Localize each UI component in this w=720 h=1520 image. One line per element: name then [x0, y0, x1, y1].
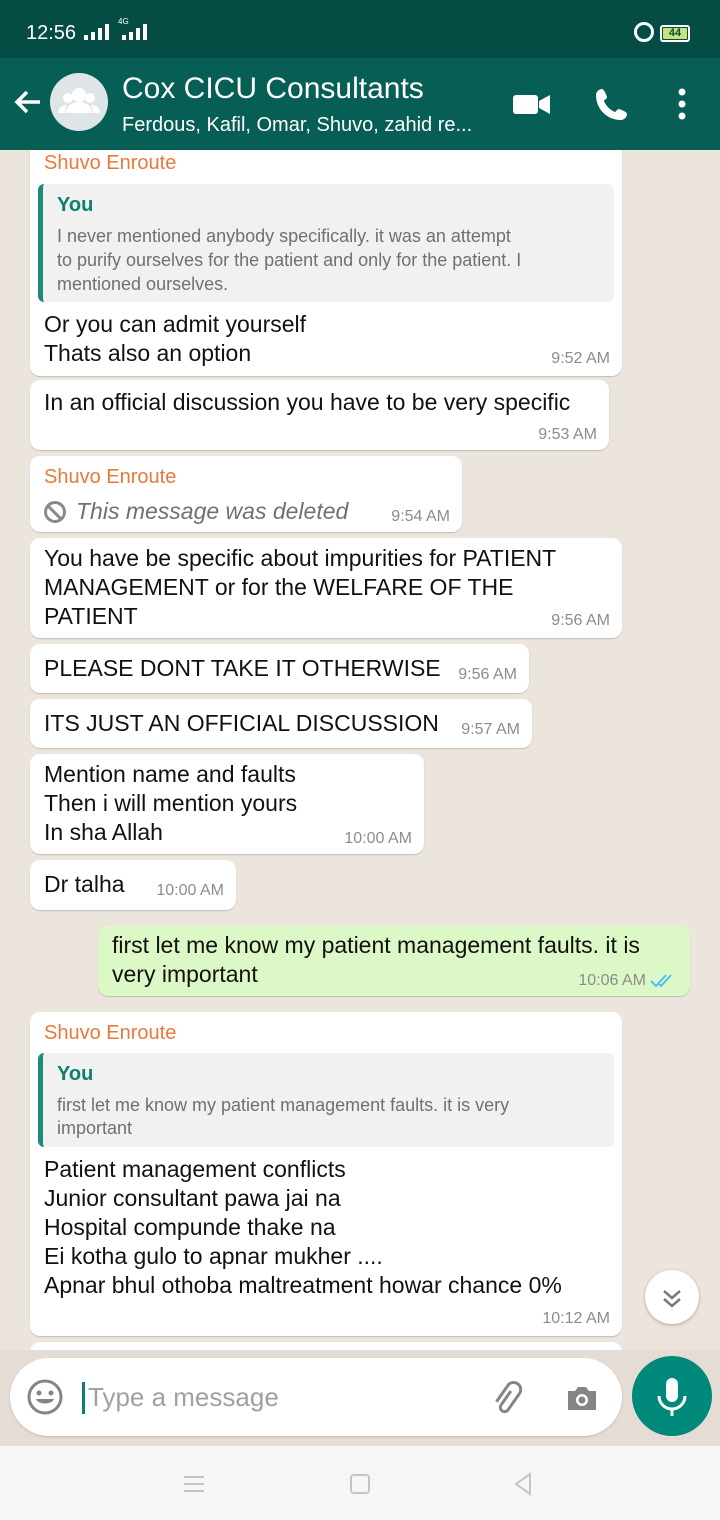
camera-icon[interactable] [562, 1378, 602, 1418]
message-time: 9:52 AM [551, 350, 610, 367]
message-time: 10:00 AM [156, 882, 224, 899]
message-text-line: In sha Allah [44, 819, 163, 845]
quote-text-line: mentioned ourselves. [57, 274, 229, 294]
message-time: 9:56 AM [551, 612, 610, 629]
attach-icon[interactable] [486, 1378, 526, 1418]
message-input[interactable]: Type a message [88, 1382, 279, 1413]
message-text-line: Mention name and faults [44, 761, 296, 787]
battery-icon: 44 [660, 25, 690, 42]
message-text-line: In an official discussion you have to be… [44, 389, 571, 415]
message-text-line: PATIENT [44, 603, 138, 629]
quoted-message[interactable]: You I never mentioned anybody specifical… [38, 184, 614, 302]
message-text-line: PLEASE DONT TAKE IT OTHERWISE [44, 655, 441, 681]
message-time: 10:00 AM [344, 830, 412, 847]
chat-header: Cox CICU Consultants Ferdous, Kafil, Oma… [0, 58, 720, 150]
message-text-line: very important [112, 961, 258, 987]
message-text-line: Apnar bhul othoba maltreatment howar cha… [44, 1272, 562, 1298]
back-arrow-icon[interactable] [10, 84, 46, 120]
message-bubble[interactable]: Dr talha 10:00 AM [30, 860, 236, 910]
quote-text-line: important [57, 1118, 133, 1138]
alarm-icon [634, 22, 654, 42]
signal-icon-2 [122, 24, 147, 40]
sender-name: Shuvo Enroute [44, 1022, 177, 1044]
sender-name: Shuvo Enroute [44, 152, 177, 174]
text-cursor [82, 1382, 85, 1414]
message-bubble[interactable] [30, 1342, 622, 1350]
back-nav-icon[interactable] [510, 1470, 538, 1498]
message-text-line: Or you can admit yourself [44, 311, 307, 337]
mic-icon [657, 1378, 687, 1416]
message-bubble[interactable]: PLEASE DONT TAKE IT OTHERWISE 9:56 AM [30, 644, 529, 693]
message-text-line: Ei kotha gulo to apnar mukher .... [44, 1243, 383, 1269]
deleted-message: This message was deleted [44, 498, 348, 525]
voice-message-button[interactable] [632, 1356, 712, 1436]
quote-text-line: to purify ourselves for the patient and … [57, 250, 522, 270]
message-text-line: Dr talha [44, 871, 125, 897]
deleted-text: This message was deleted [76, 498, 349, 524]
quote-author: You [57, 194, 94, 216]
message-bubble[interactable]: Shuvo Enroute This message was deleted 9… [30, 456, 462, 532]
status-bar: 12:56 4G 44 [0, 0, 720, 58]
message-text-line: You have be specific about impurities fo… [44, 545, 557, 571]
sender-name: Shuvo Enroute [44, 466, 177, 488]
message-time: 9:53 AM [538, 426, 597, 443]
message-time: 9:54 AM [391, 508, 450, 525]
message-time: 9:57 AM [461, 721, 520, 738]
chevron-down-double-icon [663, 1290, 681, 1308]
quote-text-line: I never mentioned anybody specifically. … [57, 226, 511, 246]
more-options-icon[interactable] [658, 80, 706, 128]
message-time: 10:12 AM [542, 1310, 610, 1327]
message-bubble[interactable]: ITS JUST AN OFFICIAL DISCUSSION 9:57 AM [30, 699, 532, 748]
group-icon [58, 88, 100, 113]
message-time: 9:56 AM [458, 666, 517, 683]
message-text-line: MANAGEMENT or for the WELFARE OF THE [44, 574, 514, 600]
status-time: 12:56 [26, 22, 77, 44]
message-text-line: Patient management conflicts [44, 1156, 346, 1182]
message-bubble[interactable]: Shuvo Enroute You I never mentioned anyb… [30, 150, 622, 376]
message-text-line: Thats also an option [44, 340, 252, 366]
message-text-line: Junior consultant pawa jai na [44, 1185, 341, 1211]
message-bubble[interactable]: Mention name and faults Then i will ment… [30, 754, 424, 854]
menu-icon[interactable] [180, 1470, 208, 1498]
chat-area[interactable]: Shuvo Enroute You I never mentioned anyb… [0, 150, 720, 1350]
video-call-icon[interactable] [508, 80, 556, 128]
voice-call-icon[interactable] [588, 80, 636, 128]
read-receipt-icon [650, 974, 672, 988]
group-avatar[interactable] [50, 73, 108, 131]
system-nav-bar [0, 1446, 720, 1520]
deleted-icon [44, 500, 66, 523]
quote-author: You [57, 1063, 94, 1085]
message-text-line: Hospital compunde thake na [44, 1214, 336, 1240]
quoted-message[interactable]: You first let me know my patient managem… [38, 1053, 614, 1147]
emoji-icon[interactable] [26, 1378, 64, 1416]
message-bubble[interactable]: You have be specific about impurities fo… [30, 538, 622, 638]
message-bubble[interactable]: Shuvo Enroute You first let me know my p… [30, 1012, 622, 1336]
home-icon[interactable] [346, 1470, 374, 1498]
message-bubble-outgoing[interactable]: first let me know my patient management … [98, 926, 690, 996]
scroll-down-button[interactable] [645, 1270, 699, 1324]
battery-level: 44 [668, 27, 682, 39]
message-text-line: first let me know my patient management … [112, 932, 640, 958]
group-members[interactable]: Ferdous, Kafil, Omar, Shuvo, zahid re... [122, 114, 472, 137]
quote-text-line: first let me know my patient management … [57, 1095, 510, 1115]
message-composer: Type a message [10, 1358, 622, 1436]
message-text-line: Then i will mention yours [44, 790, 298, 816]
group-title[interactable]: Cox CICU Consultants [122, 72, 424, 106]
message-text-line: ITS JUST AN OFFICIAL DISCUSSION [44, 710, 439, 736]
signal-icon [84, 24, 109, 40]
message-time: 10:06 AM [578, 972, 646, 989]
message-bubble[interactable]: In an official discussion you have to be… [30, 380, 609, 450]
